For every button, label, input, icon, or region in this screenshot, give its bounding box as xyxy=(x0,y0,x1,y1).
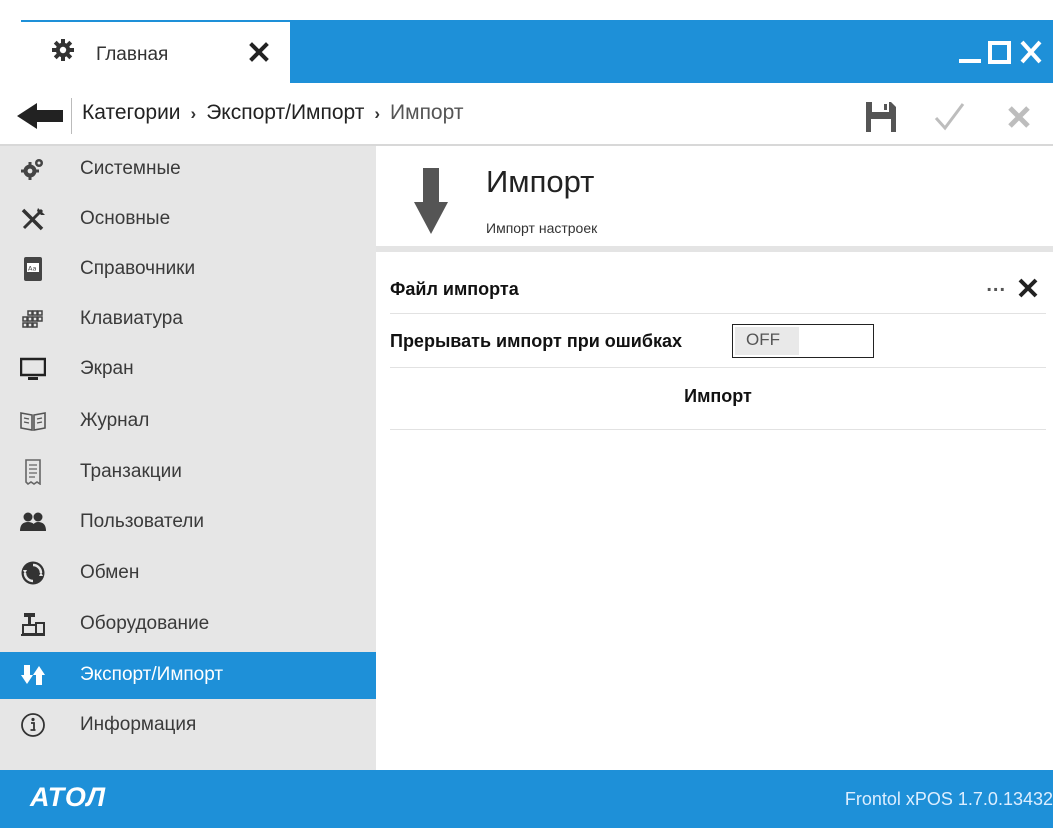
svg-text:Aa: Aa xyxy=(28,265,36,273)
sidebar-item-label: Системные xyxy=(80,158,181,179)
pos-terminal-icon xyxy=(20,611,46,637)
sidebar-item-label: Экспорт/Импорт xyxy=(80,664,224,685)
users-icon xyxy=(20,509,46,535)
breadcrumb-bar: Категории › Экспорт/Импорт › Импорт xyxy=(0,86,1053,146)
sidebar-item-transactions[interactable]: Транзакции xyxy=(0,449,376,496)
import-button-label: Импорт xyxy=(684,386,752,406)
check-icon[interactable] xyxy=(930,98,968,136)
import-button[interactable]: Импорт xyxy=(390,368,1046,430)
page-subtitle: Импорт настроек xyxy=(486,220,598,236)
gear-icon xyxy=(51,38,75,62)
open-book-icon xyxy=(20,408,46,434)
sidebar-item-label: Журнал xyxy=(80,410,150,431)
browse-button[interactable]: ... xyxy=(986,274,1006,297)
sidebar-item-info[interactable]: Информация xyxy=(0,702,376,749)
window-close-icon[interactable] xyxy=(1016,38,1046,66)
atol-logo: АТОЛ xyxy=(30,782,107,812)
book-icon: Aa xyxy=(20,256,46,282)
keyboard-icon xyxy=(20,306,46,332)
maximize-icon[interactable] xyxy=(985,38,1015,66)
breadcrumb: Категории › Экспорт/Импорт › Импорт xyxy=(82,101,463,125)
status-bar: АТОЛ Frontol xPOS 1.7.0.13432 xyxy=(0,770,1053,828)
clear-icon[interactable] xyxy=(1016,276,1040,300)
sidebar-item-system[interactable]: Системные xyxy=(0,146,376,193)
sidebar-item-label: Основные xyxy=(80,208,171,229)
sidebar-item-exchange[interactable]: Обмен xyxy=(0,550,376,597)
breadcrumb-item-categories[interactable]: Категории xyxy=(82,101,181,124)
monitor-icon xyxy=(20,356,46,382)
sidebar-item-label: Экран xyxy=(80,358,134,379)
tab-close-icon[interactable] xyxy=(243,36,275,68)
breadcrumb-item-import: Импорт xyxy=(390,101,464,124)
tab-main[interactable]: Главная xyxy=(21,20,290,83)
sidebar-item-journal[interactable]: Журнал xyxy=(0,398,376,445)
divider xyxy=(71,98,72,134)
save-icon[interactable] xyxy=(862,98,900,136)
info-icon xyxy=(20,712,46,738)
receipt-icon xyxy=(20,459,46,485)
sidebar-item-directories[interactable]: Aa Справочники xyxy=(0,246,376,293)
cancel-icon[interactable] xyxy=(1000,98,1038,136)
breadcrumb-separator: › xyxy=(190,104,197,123)
page-title: Импорт xyxy=(486,164,595,199)
download-arrow-icon xyxy=(414,168,448,234)
abort-on-error-label: Прерывать импорт при ошибках xyxy=(390,331,682,351)
tab-label: Главная xyxy=(96,44,169,65)
title-bar: Главная xyxy=(0,0,1053,86)
import-file-field[interactable]: Файл импорта ... xyxy=(390,262,1046,314)
abort-on-error-toggle[interactable]: OFF xyxy=(732,324,874,358)
sidebar-item-label: Оборудование xyxy=(80,613,210,634)
sidebar-item-users[interactable]: Пользователи xyxy=(0,499,376,546)
title-bar-fill xyxy=(290,20,1053,83)
export-import-icon xyxy=(20,662,46,688)
sync-icon xyxy=(20,560,46,586)
page-header: Импорт Импорт настроек xyxy=(376,146,1053,252)
sidebar-item-label: Обмен xyxy=(80,562,140,583)
main-content: Импорт Импорт настроек Файл импорта ... … xyxy=(376,146,1053,770)
abort-on-error-row: Прерывать импорт при ошибках OFF xyxy=(390,314,1046,368)
app-window: Главная Категории › Экспорт/Импорт › Импорт xyxy=(0,0,1053,828)
breadcrumb-item-export-import[interactable]: Экспорт/Импорт xyxy=(206,101,364,124)
minimize-icon[interactable] xyxy=(955,38,985,66)
breadcrumb-separator: › xyxy=(374,104,381,123)
sidebar-item-label: Транзакции xyxy=(80,461,182,482)
sidebar-item-label: Пользователи xyxy=(80,511,205,532)
tools-icon xyxy=(20,206,46,232)
sidebar-item-keyboard[interactable]: Клавиатура xyxy=(0,296,376,343)
gears-icon xyxy=(20,156,46,182)
sidebar-item-basic[interactable]: Основные xyxy=(0,196,376,243)
sidebar-item-export-import[interactable]: Экспорт/Импорт xyxy=(0,652,376,699)
sidebar: Системные Основные Aa Справочники Клавиа… xyxy=(0,146,376,770)
back-arrow-icon[interactable] xyxy=(15,100,67,132)
sidebar-item-label: Справочники xyxy=(80,258,196,279)
toggle-state: OFF xyxy=(746,330,780,349)
version-label: Frontol xPOS 1.7.0.13432 xyxy=(844,789,1053,809)
sidebar-item-label: Информация xyxy=(80,714,197,735)
sidebar-item-label: Клавиатура xyxy=(80,308,183,329)
import-file-label: Файл импорта xyxy=(390,279,519,299)
sidebar-item-equipment[interactable]: Оборудование xyxy=(0,601,376,648)
sidebar-item-screen[interactable]: Экран xyxy=(0,346,376,393)
